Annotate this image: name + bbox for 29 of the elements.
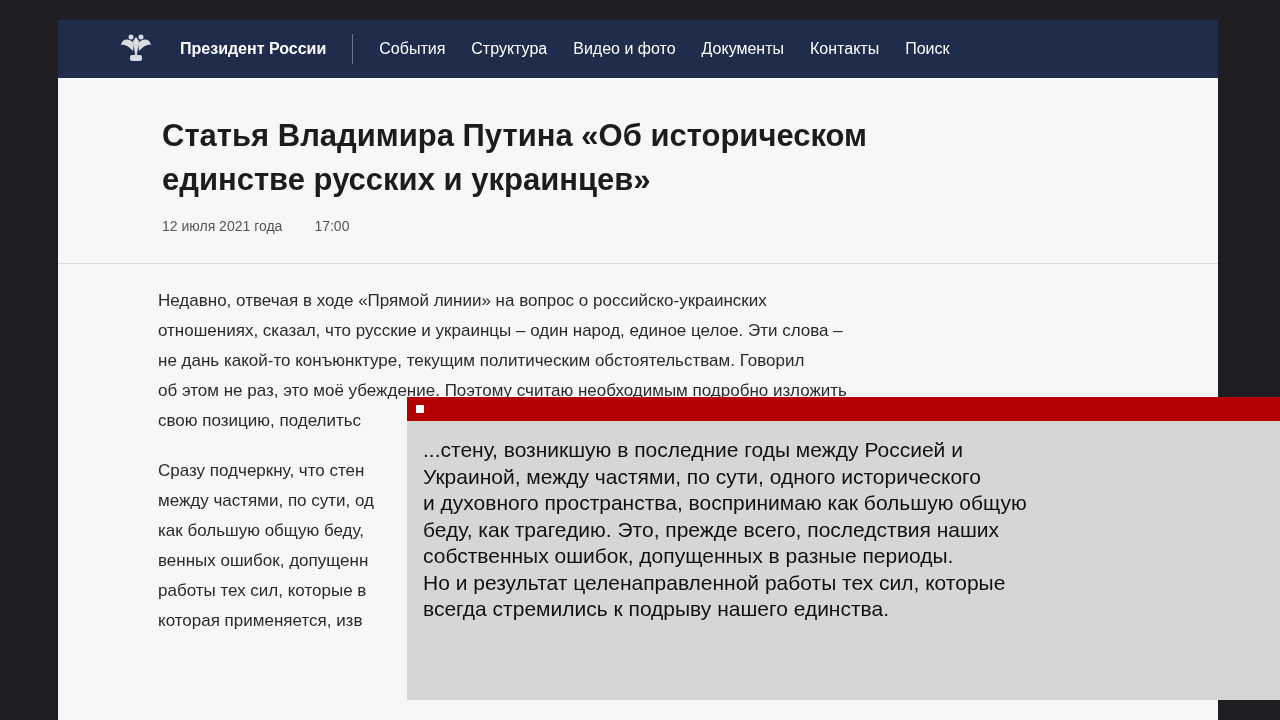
paragraph-line: Недавно, отвечая в ходе «Прямой линии» на вопрос о российско-украинских [158,290,767,312]
caption-line: всегда стремились к подрыву нашего единства. [423,596,890,622]
paragraph-line: не дань какой-то конъюнктуре, текущим политическим обстоятельствам. Говорил [158,350,805,372]
paragraph-line: работы тех сил, которые в [158,580,367,602]
paragraph-line: венных ошибок, допущенн [158,550,369,572]
paragraph-line: свою позицию, поделитьс [158,410,362,432]
caption-line: Украиной, между частями, по сути, одного исторического [423,463,981,490]
nav-link[interactable]: События [379,37,446,61]
article-time: 17:00 [314,217,350,236]
nav-link[interactable]: Видео и фото [573,37,676,61]
article-title: Статья Владимира Путина «Об историческом единстве русских и украинцев» [162,117,869,199]
paragraph-line: отношениях, сказал, что русские и украинцы – один народ, единое целое. Эти слова – [158,320,843,342]
paragraph-line: Сразу подчеркну, что стен [158,460,365,482]
square-icon [416,405,424,413]
paragraph-line: как большую общую беду, [158,520,365,542]
nav-link[interactable]: Поиск [905,37,950,61]
paragraph-line: об этом не раз, это моё убеждение. Поэтому считаю необходимым подробно изложить [158,380,847,402]
article-date: 12 июля 2021 года [162,217,283,236]
paragraph-line: между частями, по сути, од [158,490,374,512]
site-title[interactable]: Президент России [180,37,327,61]
caption-line: ...стену, возникшую в последние годы между Россией и [423,437,963,463]
caption-line: Но и результат целенаправленной работы тех сил, которые [423,569,1006,596]
caption-line: собственных ошибок, допущенных в разные периоды. [423,543,954,569]
caption-line: и духовного пространства, воспринимаю как большую общую [423,490,1027,516]
caption-line: беду, как трагедию. Это, прежде всего, последствия наших [423,516,1000,543]
nav-link[interactable]: Структура [471,37,548,61]
nav-link[interactable]: Документы [701,37,785,61]
nav-link[interactable]: Контакты [810,37,880,61]
paragraph-line: которая применяется, изв [158,610,363,632]
